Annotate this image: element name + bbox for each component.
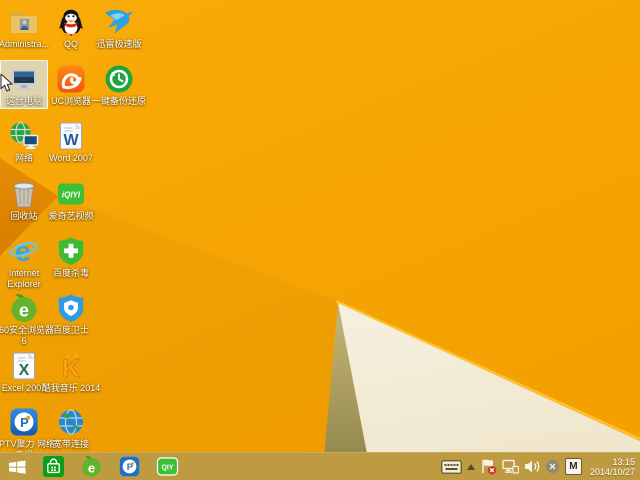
360-browser-icon: e <box>11 293 37 322</box>
desktop-icon-baidu-antivirus[interactable]: 百度杀毒 <box>48 233 94 280</box>
volume-button[interactable] <box>524 459 540 474</box>
ime-indicator[interactable]: M <box>564 458 582 475</box>
iqiyi-icon: QIY <box>156 457 178 476</box>
360-browser-icon: e <box>81 456 101 477</box>
icon-label: 酷我音乐 2014 <box>41 383 101 393</box>
iqiyi-glyph: iQIYI <box>62 191 81 200</box>
desktop-icon-broadband[interactable]: 宽带连接 <box>48 404 94 451</box>
kuwo-music-icon: K <box>62 352 80 382</box>
taskbar-app-360-browser[interactable]: e <box>72 453 110 480</box>
uc-browser-icon <box>57 65 85 93</box>
baidu-antivirus-shield-icon <box>58 237 84 265</box>
icon-label: Word 2007 <box>49 153 93 163</box>
baidu-guard-shield-icon <box>58 294 84 322</box>
recycle-bin-icon <box>13 182 35 208</box>
taskbar-clock[interactable]: 13:15 2014/10/27 <box>587 457 635 477</box>
pptv-icon: P <box>10 408 38 436</box>
icon-label: 宽带连接 <box>52 439 89 449</box>
ime-language-badge: M <box>569 461 578 472</box>
taskbar-app-pptv[interactable]: P <box>110 453 148 480</box>
360-glyph: e <box>19 301 29 321</box>
thunder-bird-icon <box>105 9 133 34</box>
desktop-icon-internet-explorer[interactable]: e Internet Explorer <box>1 233 47 291</box>
network-globe-icon <box>10 121 39 149</box>
pptv-icon: P <box>119 456 139 477</box>
desktop-root: Administra... QQ 迅雷极速版 这台电脑 UC浏览器 一键备份还原… <box>0 0 640 480</box>
show-hidden-icons-button[interactable] <box>466 463 475 470</box>
taskbar: e P QIY M 13:15 2014/10/27 <box>0 452 640 480</box>
action-center-button[interactable] <box>480 458 497 475</box>
kuwo-glyph: K <box>62 355 80 382</box>
desktop-icon-kuwo-music[interactable]: K 酷我音乐 2014 <box>42 348 100 395</box>
word-glyph: W <box>63 132 79 149</box>
icon-label: 百度杀毒 <box>52 268 89 278</box>
network-tray-icon <box>502 459 519 474</box>
desktop-icon-iqiyi[interactable]: iQIYI 爱奇艺视频 <box>48 176 94 223</box>
mouse-cursor <box>0 74 13 92</box>
icon-label: 一键备份还原 <box>91 96 146 106</box>
clock-date: 2014/10/27 <box>589 466 635 477</box>
clock-time: 13:15 <box>612 456 635 467</box>
desktop-icon-backup-restore[interactable]: 一键备份还原 <box>92 61 146 108</box>
taskbar-app-store[interactable] <box>34 453 72 480</box>
iqiyi-icon: iQIYI <box>58 183 84 205</box>
taskbar-app-iqiyi[interactable]: QIY <box>148 453 186 480</box>
word-document-icon: W <box>60 122 82 150</box>
system-tray: M 13:15 2014/10/27 <box>441 457 640 477</box>
excel-glyph: X <box>19 362 30 379</box>
action-center-flag-icon <box>482 459 497 475</box>
desktop-icon-word-2007[interactable]: W Word 2007 <box>48 118 94 165</box>
touch-keyboard-icon <box>441 459 462 474</box>
network-status-button[interactable] <box>502 459 519 474</box>
qq-penguin-icon <box>59 9 83 37</box>
chevron-up-icon <box>466 463 475 470</box>
icon-label: 迅雷极速版 <box>96 39 142 49</box>
windows-store-icon <box>42 456 64 477</box>
icon-label: 爱奇艺视频 <box>48 211 94 221</box>
eject-device-button[interactable] <box>545 459 560 474</box>
360-taskbar-glyph: e <box>87 460 94 475</box>
desktop-icon-thunder[interactable]: 迅雷极速版 <box>96 4 142 51</box>
icon-label: 百度卫士 <box>52 325 89 335</box>
broadband-globe-icon <box>59 409 83 435</box>
touch-keyboard-button[interactable] <box>441 459 462 474</box>
desktop-icon-360-browser[interactable]: e 360安全浏览器6 <box>0 290 54 348</box>
internet-explorer-icon: e <box>9 236 39 267</box>
ie-glyph: e <box>15 236 31 267</box>
excel-document-icon: X <box>13 352 35 380</box>
volume-icon <box>524 460 540 473</box>
start-button[interactable] <box>0 453 34 480</box>
desktop-icon-baidu-guard[interactable]: 百度卫士 <box>48 290 94 337</box>
iqiyi-taskbar-glyph: QIY <box>161 465 173 472</box>
backup-restore-clock-icon <box>105 65 133 93</box>
windows-logo-icon <box>9 460 26 474</box>
user-folder-icon <box>11 12 37 33</box>
eject-circle-icon <box>545 460 559 473</box>
